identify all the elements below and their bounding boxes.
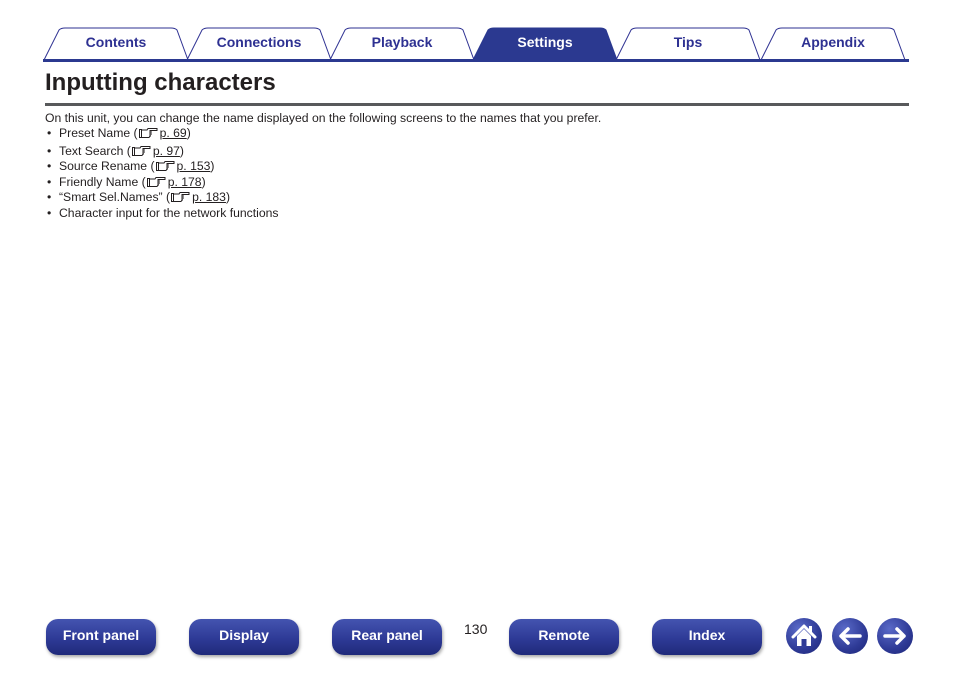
tab-tips[interactable]: Tips [615,27,761,60]
tab-contents[interactable]: Contents [43,27,189,60]
page-link[interactable]: p. 178 [168,175,202,189]
paren: ( [166,190,171,204]
item-text: Source Rename [59,159,151,173]
paren: ( [126,143,131,158]
list-item: • Preset Name ( p. 69) [47,126,279,142]
tab-label: Settings [517,34,573,50]
item-text: Character input for the network function… [59,205,279,220]
item-text: Text Search [59,143,127,158]
remote-button[interactable]: Remote [509,619,619,655]
tab-underline [43,59,909,62]
bullet: • [47,143,52,158]
front-panel-button[interactable]: Front panel [46,619,156,655]
list-item: • Source Rename ( p. 153) [47,159,279,175]
bullet: • [47,159,52,173]
item-text: Preset Name [59,126,134,140]
paren: ( [133,126,138,140]
page-number: 130 [464,621,488,637]
page-title: Inputting characters [45,69,276,96]
bullet: • [47,126,52,140]
list-item: • Text Search ( p. 97) [47,144,279,160]
page-link[interactable]: p. 183 [192,190,226,204]
list-item: • “Smart Sel.Names” ( p. 183) [47,190,279,206]
tab-connections[interactable]: Connections [186,27,332,60]
item-text: Friendly Name [59,174,142,189]
arrow-left-icon [839,627,862,645]
intro-text: On this unit, you can change the name di… [45,111,602,125]
pointing-hand-icon [138,128,159,143]
paren: ( [150,159,155,173]
bullet: • [47,174,52,189]
back-button[interactable] [832,618,868,654]
item-text: “Smart Sel.Names” [59,190,166,204]
home-icon [791,624,817,646]
tab-label: Playback [371,34,433,50]
arrow-right-icon [883,627,906,645]
tab-label: Appendix [801,34,865,50]
forward-button[interactable] [877,618,913,654]
paren: ) [186,126,191,140]
screen-list: • Preset Name (p. 69) • Text Search (p. 97… [47,126,279,221]
title-divider [45,103,909,106]
tab-appendix[interactable]: Appendix [760,27,906,60]
page-link[interactable]: p. 69 [160,126,187,140]
paren: ( [141,174,146,189]
paren: ) [210,159,215,173]
display-button[interactable]: Display [189,619,299,655]
index-button[interactable]: Index [652,619,762,655]
list-item: • Character input for the network functio… [47,206,279,222]
paren: ) [179,143,184,158]
paren: ) [201,174,206,189]
home-button[interactable] [786,618,822,654]
tab-label: Tips [673,34,703,50]
bullet: • [47,190,52,204]
list-item: • Friendly Name ( p. 178) [47,175,279,191]
bullet: • [47,205,52,220]
tab-label: Contents [85,34,147,50]
page-link[interactable]: p. 153 [177,159,211,173]
paren: ) [225,190,231,204]
page-link[interactable]: p. 97 [153,144,180,158]
tab-label: Connections [216,34,302,50]
tab-playback[interactable]: Playback [329,27,475,60]
chapter-tabs: Contents Connections Playback Settings T… [43,27,909,62]
tab-settings[interactable]: Settings [472,27,618,60]
rear-panel-button[interactable]: Rear panel [332,619,442,655]
